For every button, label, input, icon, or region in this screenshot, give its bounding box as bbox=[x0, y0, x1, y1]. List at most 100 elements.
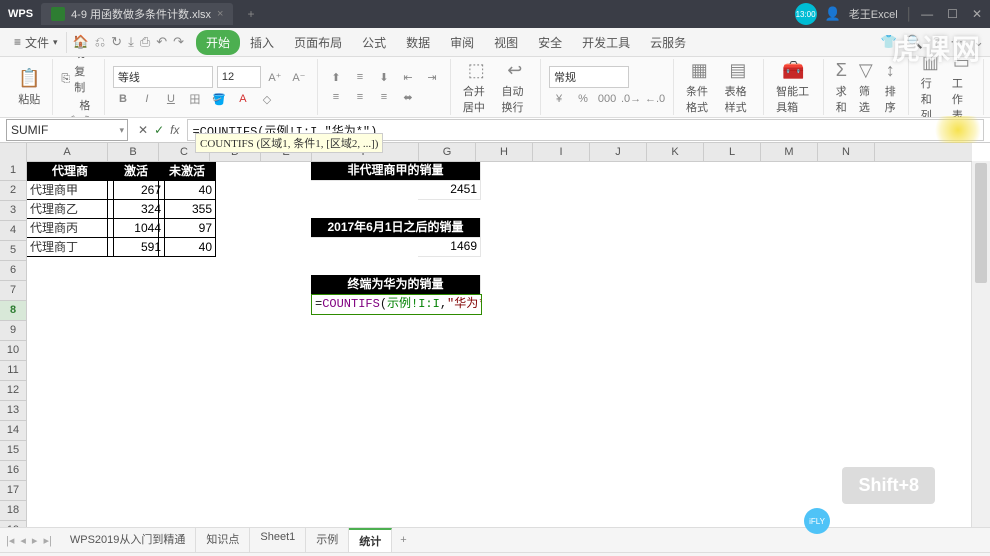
menu-tab-安全[interactable]: 安全 bbox=[528, 30, 572, 55]
cell-A4[interactable]: 代理商丙 bbox=[26, 218, 114, 238]
cell-F7[interactable]: 终端为华为的销量 bbox=[311, 275, 481, 295]
align-top-icon[interactable]: ⬆ bbox=[326, 68, 346, 86]
sheet-first-icon[interactable]: |◂ bbox=[6, 534, 14, 547]
row-header-7[interactable]: 7 bbox=[0, 281, 26, 301]
qat-icon-1[interactable]: ⎌ bbox=[95, 34, 105, 50]
name-box[interactable]: SUMIF bbox=[6, 119, 128, 141]
row-header-10[interactable]: 10 bbox=[0, 341, 26, 361]
select-all-corner[interactable] bbox=[0, 143, 27, 161]
cells-layer[interactable]: 代理商激活未激活代理商甲26740代理商乙324355代理商丙104497代理商… bbox=[26, 161, 972, 527]
conditional-format-button[interactable]: ▦条件格式 bbox=[682, 58, 717, 117]
sheet-last-icon[interactable]: ▸| bbox=[43, 534, 51, 547]
border-icon[interactable]: 田 bbox=[185, 90, 205, 108]
cell-A1[interactable]: 代理商 bbox=[26, 161, 114, 181]
col-header-N[interactable]: N bbox=[818, 143, 875, 161]
caret-icon[interactable]: ⌄ bbox=[973, 34, 984, 50]
indent-inc-icon[interactable]: ⇥ bbox=[422, 68, 442, 86]
cancel-formula-icon[interactable]: ✕ bbox=[138, 123, 148, 137]
cell-A3[interactable]: 代理商乙 bbox=[26, 199, 114, 219]
cell-B4[interactable]: 1044 bbox=[107, 218, 165, 238]
clear-format-icon[interactable]: ◇ bbox=[257, 90, 277, 108]
maximize-icon[interactable]: ☐ bbox=[947, 7, 958, 21]
add-sheet-button[interactable]: + bbox=[392, 531, 414, 549]
align-right-icon[interactable]: ≡ bbox=[374, 88, 394, 106]
qat-icon-0[interactable]: 🏠 bbox=[73, 34, 89, 50]
cell-C5[interactable]: 40 bbox=[158, 237, 216, 257]
qat-icon-4[interactable]: ⎙ bbox=[140, 34, 150, 50]
skin-icon[interactable]: 👕 bbox=[880, 34, 896, 50]
col-header-M[interactable]: M bbox=[761, 143, 818, 161]
paste-button[interactable]: 📋粘贴 bbox=[14, 66, 44, 109]
menu-tab-视图[interactable]: 视图 bbox=[484, 30, 528, 55]
merge-icon[interactable]: ⬌ bbox=[398, 88, 418, 106]
format-painter-button[interactable]: 🖌格式刷 bbox=[61, 97, 96, 118]
number-format-select[interactable] bbox=[549, 66, 629, 88]
menu-tab-云服务[interactable]: 云服务 bbox=[640, 30, 696, 55]
cell-G5[interactable]: 1469 bbox=[418, 237, 481, 257]
merge-center-button[interactable]: ⬚合并居中 bbox=[459, 58, 494, 117]
cell-C4[interactable]: 97 bbox=[158, 218, 216, 238]
menu-tab-页面布局[interactable]: 页面布局 bbox=[284, 30, 352, 55]
bold-icon[interactable]: B bbox=[113, 90, 133, 108]
close-icon[interactable]: ✕ bbox=[972, 7, 982, 21]
sheet-tab-示例[interactable]: 示例 bbox=[306, 528, 349, 552]
cell-C2[interactable]: 40 bbox=[158, 180, 216, 200]
font-size-select[interactable] bbox=[217, 66, 261, 88]
cell-B3[interactable]: 324 bbox=[107, 199, 165, 219]
fx-icon[interactable]: fx bbox=[170, 123, 179, 137]
percent-icon[interactable]: % bbox=[573, 90, 593, 108]
menu-tab-审阅[interactable]: 审阅 bbox=[440, 30, 484, 55]
col-header-H[interactable]: H bbox=[476, 143, 533, 161]
sheet-next-icon[interactable]: ▸ bbox=[32, 534, 38, 547]
help-icon[interactable]: ? bbox=[933, 34, 940, 50]
currency-icon[interactable]: ¥ bbox=[549, 90, 569, 108]
row-header-4[interactable]: 4 bbox=[0, 221, 26, 241]
user-icon[interactable]: 👤 bbox=[825, 6, 841, 22]
file-menu[interactable]: ≡ 文件 ▾ bbox=[6, 32, 67, 53]
qat-icon-6[interactable]: ↷ bbox=[173, 34, 184, 50]
sheet-tab-Sheet1[interactable]: Sheet1 bbox=[250, 528, 306, 552]
row-header-8[interactable]: 8 bbox=[0, 301, 26, 321]
col-header-J[interactable]: J bbox=[590, 143, 647, 161]
row-header-19[interactable]: 19 bbox=[0, 521, 26, 527]
copy-button[interactable]: ⎘复制 bbox=[61, 63, 96, 95]
dec-inc-icon[interactable]: .0→ bbox=[621, 90, 641, 108]
comma-icon[interactable]: 000 bbox=[597, 90, 617, 108]
fill-color-icon[interactable]: 🪣 bbox=[209, 90, 229, 108]
filter-button[interactable]: ▽筛选 bbox=[855, 58, 877, 117]
row-header-5[interactable]: 5 bbox=[0, 241, 26, 261]
row-header-11[interactable]: 11 bbox=[0, 361, 26, 381]
cell-F8[interactable]: =COUNTIFS(示例!I:I,"华为*") bbox=[311, 294, 482, 315]
scrollbar-thumb[interactable] bbox=[975, 163, 987, 283]
cell-C1[interactable]: 未激活 bbox=[158, 161, 216, 181]
italic-icon[interactable]: I bbox=[137, 90, 157, 108]
col-header-A[interactable]: A bbox=[27, 143, 108, 161]
cut-button[interactable]: ✂剪切 bbox=[61, 57, 96, 61]
cell-B2[interactable]: 267 bbox=[107, 180, 165, 200]
row-header-12[interactable]: 12 bbox=[0, 381, 26, 401]
underline-icon[interactable]: U bbox=[161, 90, 181, 108]
menu-tab-公式[interactable]: 公式 bbox=[352, 30, 396, 55]
dec-dec-icon[interactable]: ←.0 bbox=[645, 90, 665, 108]
cell-F4[interactable]: 2017年6月1日之后的销量 bbox=[311, 218, 481, 238]
col-header-I[interactable]: I bbox=[533, 143, 590, 161]
col-header-B[interactable]: B bbox=[108, 143, 159, 161]
table-style-button[interactable]: ▤表格样式 bbox=[721, 58, 756, 117]
cell-B5[interactable]: 591 bbox=[107, 237, 165, 257]
row-header-15[interactable]: 15 bbox=[0, 441, 26, 461]
align-bottom-icon[interactable]: ⬇ bbox=[374, 68, 394, 86]
row-header-1[interactable]: 1 bbox=[0, 161, 26, 181]
sheet-tab-知识点[interactable]: 知识点 bbox=[196, 528, 250, 552]
vertical-scrollbar[interactable] bbox=[971, 161, 990, 527]
accept-formula-icon[interactable]: ✓ bbox=[154, 123, 164, 137]
qat-icon-3[interactable]: ⤓ bbox=[128, 34, 134, 50]
col-header-K[interactable]: K bbox=[647, 143, 704, 161]
row-col-button[interactable]: ▥行和列 bbox=[917, 57, 944, 118]
decrease-font-icon[interactable]: A⁻ bbox=[289, 68, 309, 86]
menu-tab-开发工具[interactable]: 开发工具 bbox=[572, 30, 640, 55]
row-header-3[interactable]: 3 bbox=[0, 201, 26, 221]
font-color-icon[interactable]: A bbox=[233, 90, 253, 108]
col-header-L[interactable]: L bbox=[704, 143, 761, 161]
row-header-16[interactable]: 16 bbox=[0, 461, 26, 481]
row-header-17[interactable]: 17 bbox=[0, 481, 26, 501]
